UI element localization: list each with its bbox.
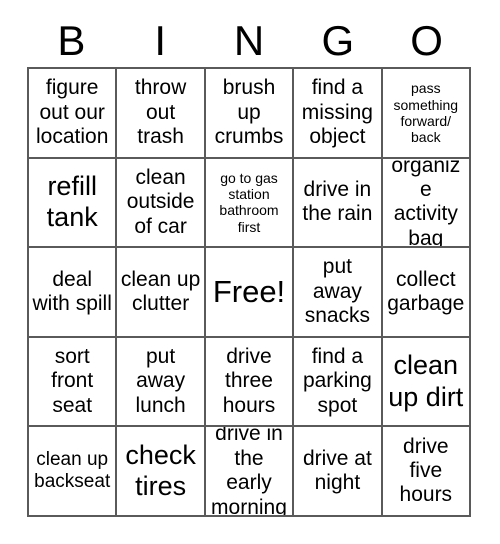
bingo-cell-label: put away lunch [135,345,186,417]
bingo-cell-label: find a missing object [301,76,373,148]
bingo-cell-r2c1[interactable]: refill tank [29,158,118,249]
bingo-cell-r4c3[interactable]: drive three hours [205,337,295,428]
bingo-cell-label: clean outside of car [126,165,195,238]
header-letter-o: O [410,17,443,64]
bingo-cell-label: refill tank [46,171,98,233]
bingo-cell-r5c1[interactable]: clean up backseat [29,427,118,517]
bingo-cell-r3c3[interactable]: Free! [205,248,295,338]
bingo-cell-label: drive at night [302,446,372,495]
bingo-cell-label: pass something forward/ back [393,80,459,146]
bingo-cell-label: check tires [125,439,196,502]
bingo-cell-r5c5[interactable]: drive five hours [382,427,471,517]
bingo-cell-r3c5[interactable]: collect garbage [382,248,471,338]
bingo-cell-label: collect garbage [387,267,465,315]
bingo-cell-label: sort front seat [51,345,94,417]
bingo-cell-label: put away snacks [304,255,371,328]
bingo-cell-label: clean up clutter [120,267,201,315]
header-letter-b: B [57,17,86,64]
bingo-cell-label: brush up crumbs [214,76,284,148]
bingo-card: B I N G O figure out our location throw o… [0,0,500,544]
bingo-header: B I N G O [27,16,471,66]
bingo-cell-r1c1[interactable]: figure out our location [29,69,118,159]
bingo-cell-r3c4[interactable]: put away snacks [294,248,383,338]
bingo-grid: figure out our location throw out trash br… [27,67,471,517]
bingo-cell-r2c5[interactable]: organize activity bag [382,158,471,249]
bingo-cell-label: drive five hours [399,434,453,507]
header-letter-g: G [321,17,355,64]
bingo-cell-r2c4[interactable]: drive in the rain [294,158,383,249]
bingo-cell-label: clean up dirt [388,350,464,412]
bingo-cell-r3c2[interactable]: clean up clutter [117,248,206,338]
bingo-cell-r1c3[interactable]: brush up crumbs [205,69,295,159]
bingo-cell-r4c1[interactable]: sort front seat [29,337,118,428]
bingo-cell-r5c3[interactable]: drive in the early morning [205,427,295,517]
bingo-cell-r1c4[interactable]: find a missing object [294,69,383,159]
bingo-cell-r4c4[interactable]: find a parking spot [294,337,383,428]
bingo-cell-label: drive three hours [222,345,276,417]
bingo-cell-r5c2[interactable]: check tires [117,427,206,517]
bingo-cell-r1c2[interactable]: throw out trash [117,69,206,159]
bingo-cell-r4c5[interactable]: clean up dirt [382,337,471,428]
bingo-cell-r2c2[interactable]: clean outside of car [117,158,206,249]
bingo-cell-label: figure out our location [36,76,109,148]
bingo-cell-label: clean up backseat [34,449,111,493]
bingo-cell-r1c5[interactable]: pass something forward/ back [382,69,471,159]
bingo-cell-r2c3[interactable]: go to gas station bathroom first [205,158,295,249]
bingo-cell-label: throw out trash [134,76,187,148]
bingo-cell-label: deal with spill [32,267,112,315]
bingo-cell-label: find a parking spot [302,345,372,417]
bingo-cell-r5c4[interactable]: drive at night [294,427,383,517]
bingo-cell-label: go to gas station bathroom first [219,169,279,235]
bingo-cell-r4c2[interactable]: put away lunch [117,337,206,428]
header-letter-i: I [154,17,167,64]
bingo-cell-label: Free! [212,274,286,310]
bingo-cell-label: drive in the early morning [211,427,287,517]
header-letter-n: N [233,17,265,64]
bingo-cell-label: drive in the rain [302,178,373,226]
bingo-cell-label: organize activity bag [391,158,461,249]
bingo-cell-r3c1[interactable]: deal with spill [29,248,118,338]
